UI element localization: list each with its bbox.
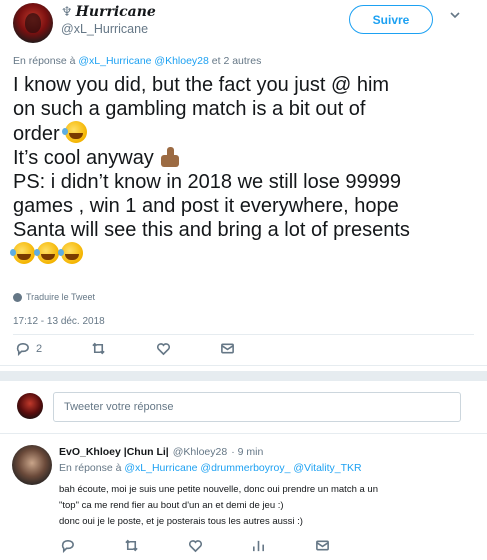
rofl-emoji-icon xyxy=(62,121,88,143)
retweet-icon xyxy=(92,342,106,355)
tweet-line: order xyxy=(13,121,483,146)
reply-input[interactable]: Tweeter votre réponse xyxy=(53,392,461,422)
tweet-line: on such a gambling match is a bit out of xyxy=(13,98,366,120)
reply-mentions[interactable]: @xL_Hurricane @Khloey28 xyxy=(78,55,208,67)
like-icon xyxy=(188,540,202,553)
reply-count: 2 xyxy=(36,342,43,355)
thumbs-up-emoji-icon xyxy=(159,146,183,168)
reply-icon xyxy=(61,540,74,553)
reply-line: "top" ca me rend fier au bout d'un an et… xyxy=(59,500,284,511)
section-separator xyxy=(0,371,487,381)
like-icon xyxy=(156,343,170,356)
reply-reply-button[interactable] xyxy=(60,538,75,553)
tweet-line: It’s cool anyway xyxy=(13,146,483,170)
author-display-name[interactable]: ♆ Hurricane xyxy=(61,4,156,20)
author-name[interactable]: Hurricane xyxy=(76,4,156,20)
tweet-actions: 2 xyxy=(15,341,235,356)
dm-button[interactable] xyxy=(220,341,235,356)
reply-prefix: En réponse à xyxy=(13,55,76,67)
dm-icon xyxy=(221,343,234,354)
retweet-icon xyxy=(125,539,138,552)
rofl-emoji-icon xyxy=(34,242,59,264)
rofl-emoji-icon xyxy=(58,242,83,264)
tweet-text: I know you did, but the fact you just @ … xyxy=(10,73,483,267)
tweet-emoji-line xyxy=(10,242,483,267)
reply-text: bah écoute, moi je suis une petite nouve… xyxy=(59,482,479,530)
reply-context: En réponse à @xL_Hurricane @drummerboyro… xyxy=(59,462,362,474)
tweet-line: I know you did, but the fact you just @ … xyxy=(13,74,390,96)
current-user-avatar xyxy=(17,393,43,419)
translate-label: Traduire le Tweet xyxy=(26,292,96,302)
tweet-line: Santa will see this and bring a lot of p… xyxy=(13,219,410,241)
reply-dm-button[interactable] xyxy=(315,538,330,553)
retweet-button[interactable] xyxy=(91,341,106,356)
reply-prefix: En réponse à xyxy=(59,462,122,474)
follow-button[interactable]: Suivre xyxy=(349,5,433,34)
reply-others[interactable]: et 2 autres xyxy=(212,55,262,67)
dm-icon xyxy=(316,540,329,551)
divider xyxy=(13,334,474,335)
tweet-timestamp[interactable]: 17:12 - 13 déc. 2018 xyxy=(13,316,105,327)
tweet-line: games , win 1 and post it everywhere, ho… xyxy=(13,195,399,217)
reply-line: donc oui je le poste, et je posterais to… xyxy=(59,516,303,527)
reply-time[interactable]: · 9 min xyxy=(231,446,263,458)
reply-actions xyxy=(60,538,330,553)
author-avatar[interactable] xyxy=(13,3,53,43)
analytics-icon xyxy=(253,540,265,552)
divider xyxy=(0,433,487,434)
globe-icon xyxy=(13,292,22,302)
reply-input-placeholder: Tweeter votre réponse xyxy=(64,401,174,413)
reply-mentions[interactable]: @xL_Hurricane @drummerboyroy_ @Vitality_… xyxy=(124,462,361,474)
author-handle[interactable]: @xL_Hurricane xyxy=(61,22,148,36)
tweet-line: PS: i didn’t know in 2018 we still lose … xyxy=(13,171,402,193)
translate-link[interactable]: Traduire le Tweet xyxy=(13,292,95,302)
trident-icon: ♆ xyxy=(61,4,73,20)
reply-header: EvO_Khloey |Chun Li| @Khloey28 · 9 min xyxy=(59,446,263,458)
like-button[interactable] xyxy=(156,341,171,356)
reply-like-button[interactable] xyxy=(188,538,203,553)
rofl-emoji-icon xyxy=(10,242,35,264)
reply-line: bah écoute, moi je suis une petite nouve… xyxy=(59,484,378,495)
reply-stats-button[interactable] xyxy=(251,538,266,553)
chevron-down-icon[interactable] xyxy=(450,10,460,20)
divider xyxy=(0,365,487,366)
reply-retweet-button[interactable] xyxy=(124,538,139,553)
reply-author-avatar[interactable] xyxy=(12,445,52,485)
reply-author-name[interactable]: EvO_Khloey |Chun Li| xyxy=(59,446,169,458)
reply-context: En réponse à @xL_Hurricane @Khloey28 et … xyxy=(13,55,261,67)
reply-button[interactable]: 2 xyxy=(15,341,42,356)
reply-icon xyxy=(16,343,29,356)
reply-author-handle[interactable]: @Khloey28 xyxy=(173,446,227,458)
